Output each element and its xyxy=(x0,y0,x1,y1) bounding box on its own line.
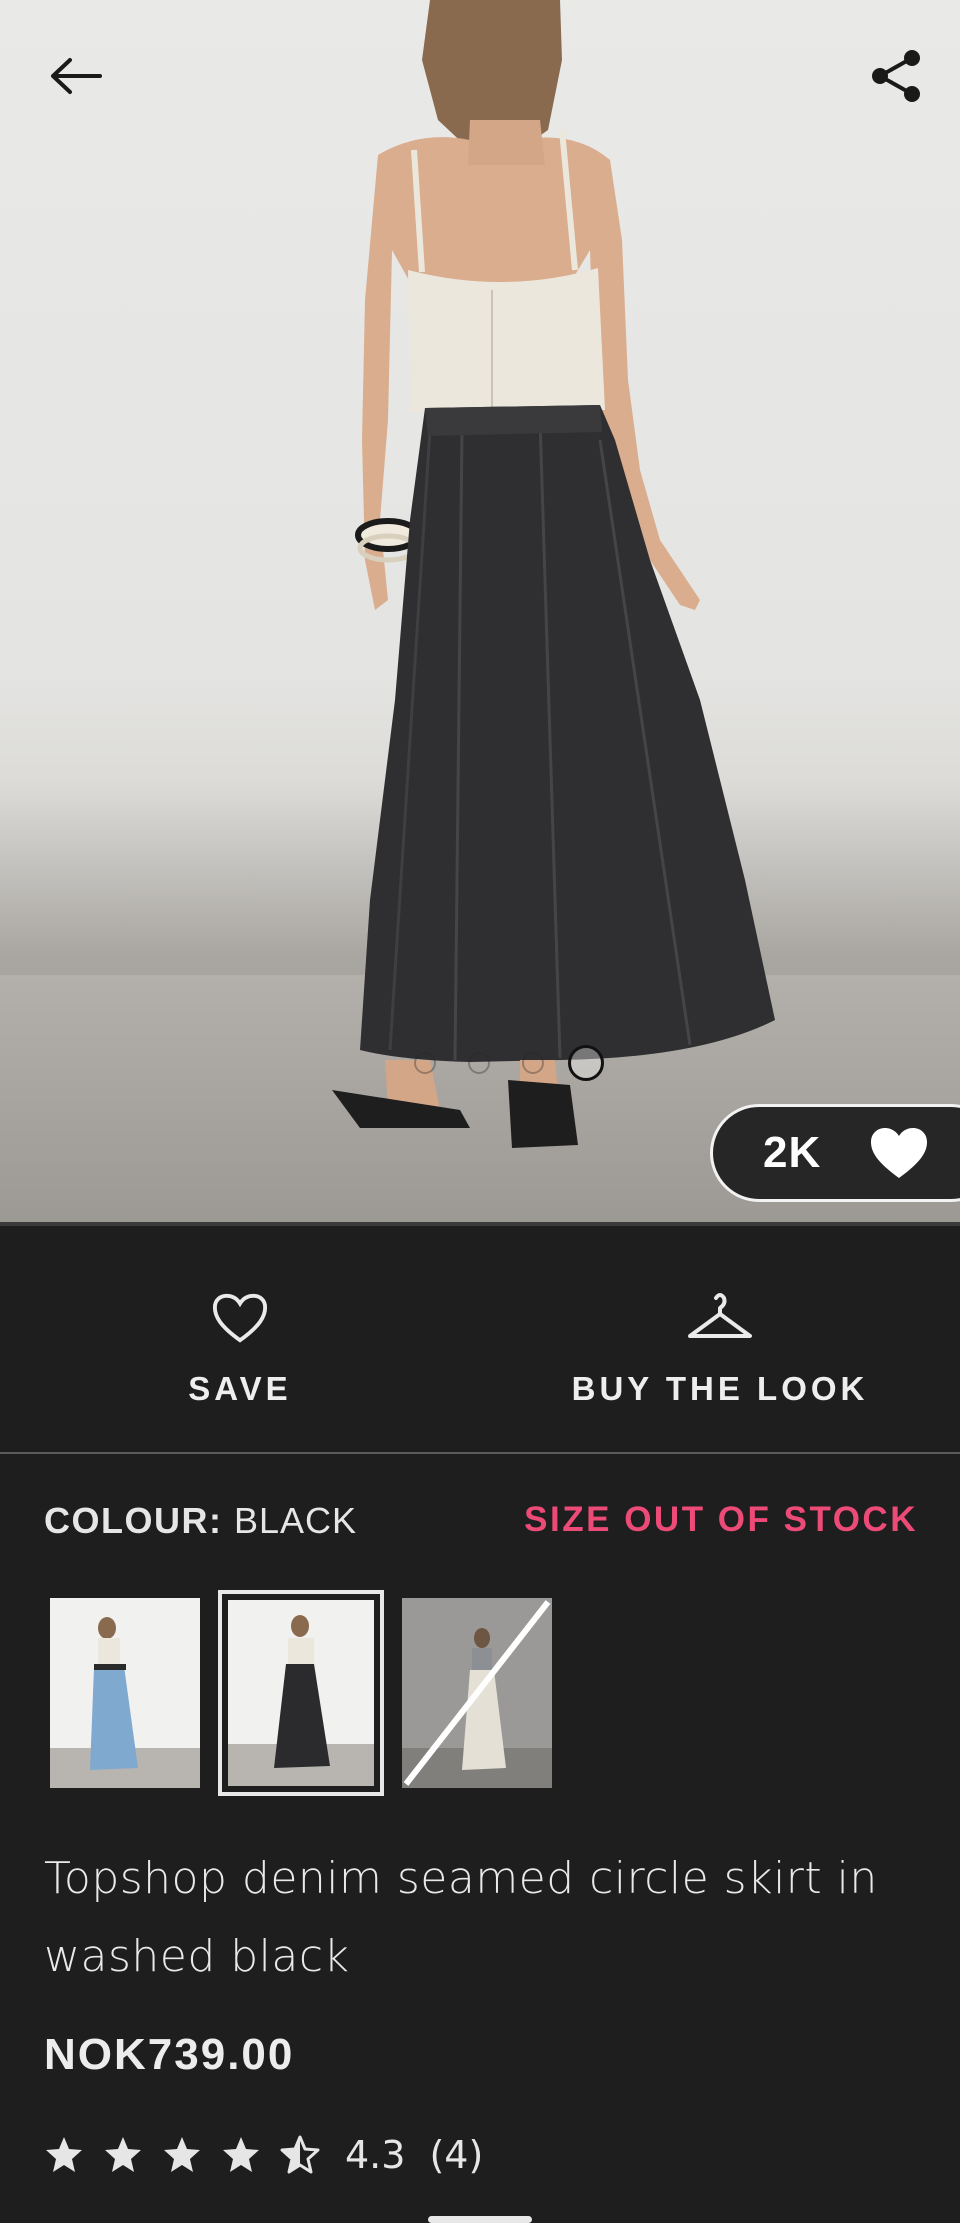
swatch-image xyxy=(50,1598,200,1788)
heart-outline-icon xyxy=(212,1293,268,1343)
product-title: Topshop denim seamed circle skirt in was… xyxy=(44,1853,878,1982)
gallery-pagination xyxy=(404,1045,604,1082)
likes-button[interactable]: 2K xyxy=(710,1104,960,1202)
buy-the-look-button[interactable]: BUY THE LOOK xyxy=(480,1226,960,1452)
back-button[interactable] xyxy=(36,36,116,116)
divider xyxy=(0,1452,960,1454)
share-icon xyxy=(872,50,920,102)
colour-row: COLOUR: BLACK SIZE OUT OF STOCK xyxy=(44,1500,924,1550)
gallery-dot[interactable] xyxy=(468,1052,490,1074)
home-indicator xyxy=(428,2216,532,2223)
arrow-left-icon xyxy=(51,58,102,94)
swatch-image xyxy=(222,1594,380,1792)
star-half-icon xyxy=(280,2135,320,2174)
gallery-dot[interactable] xyxy=(522,1052,544,1074)
swatch-blue-denim[interactable] xyxy=(50,1598,200,1788)
colour-key: COLOUR: xyxy=(44,1500,223,1541)
swatch-black[interactable] xyxy=(218,1590,384,1796)
star-full-icon xyxy=(105,2137,141,2172)
rating-summary[interactable]: 4.3 (4) xyxy=(44,2128,483,2182)
colour-value: BLACK xyxy=(234,1500,358,1541)
gallery-dot-active[interactable] xyxy=(568,1045,604,1081)
likes-count: 2K xyxy=(763,1128,822,1177)
star-full-icon xyxy=(46,2137,82,2172)
save-label: SAVE xyxy=(188,1370,292,1407)
star-full-icon xyxy=(223,2137,259,2172)
rating-count: (4) xyxy=(429,2133,484,2177)
product-image-gallery[interactable]: 2K xyxy=(0,0,960,1225)
gallery-dot[interactable] xyxy=(414,1052,436,1074)
action-bar: SAVE BUY THE LOOK xyxy=(0,1226,960,1452)
share-button[interactable] xyxy=(856,36,936,116)
star-full-icon xyxy=(164,2137,200,2172)
product-photo xyxy=(332,0,775,1148)
rating-value: 4.3 xyxy=(345,2133,406,2177)
hanger-icon xyxy=(688,1293,752,1338)
heart-filled-icon xyxy=(871,1128,928,1178)
colour-swatches xyxy=(44,1590,644,1796)
swatch-image xyxy=(402,1598,552,1788)
swatch-ecru-unavailable[interactable] xyxy=(402,1598,552,1788)
stock-status: SIZE OUT OF STOCK xyxy=(524,1500,918,1539)
save-button[interactable]: SAVE xyxy=(0,1226,480,1452)
buy-the-look-label: BUY THE LOOK xyxy=(571,1370,869,1407)
product-price: NOK739.00 xyxy=(44,2030,295,2079)
colour-label: COLOUR: BLACK xyxy=(44,1500,357,1542)
